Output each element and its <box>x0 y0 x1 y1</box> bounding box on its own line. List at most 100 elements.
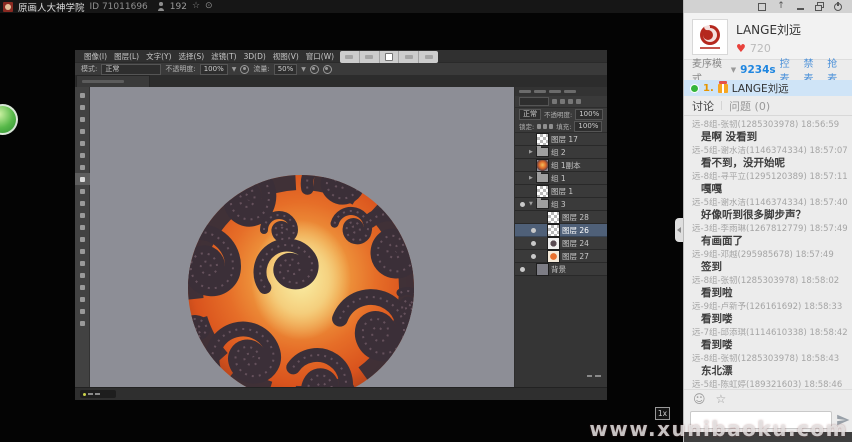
winctrl-box[interactable] <box>757 1 767 12</box>
tool-eraser[interactable] <box>75 209 90 221</box>
mini-toolbar-button-1[interactable] <box>340 51 360 63</box>
layer-thumbnail <box>537 264 548 275</box>
layer-row[interactable]: 组 1 <box>515 172 607 185</box>
mini-toolbar-button-4[interactable] <box>399 51 419 63</box>
eye-icon[interactable] <box>518 267 526 272</box>
chat-message-text: 有画面了 <box>692 235 848 248</box>
favorite-star-icon[interactable]: ☆ <box>716 393 727 405</box>
eye-icon[interactable] <box>518 202 526 207</box>
tool-move[interactable] <box>75 89 90 101</box>
mini-toolbar-button-5[interactable] <box>419 51 438 63</box>
layer-row[interactable]: 组 1副本 <box>515 159 607 172</box>
tool-gradient[interactable] <box>75 221 90 233</box>
streamer-avatar[interactable] <box>692 19 728 55</box>
tool-blur[interactable] <box>75 233 90 245</box>
star-icon[interactable]: ☆ <box>192 2 200 11</box>
mic-queue-entry[interactable]: 1. LANGE刘远 <box>684 80 852 96</box>
caret-down-icon[interactable] <box>731 66 736 74</box>
gift-icon <box>718 84 728 93</box>
chat-message: 远-8组-张韧(1285303978) 18:58:43 东北漂 <box>692 354 848 378</box>
tool-brush[interactable] <box>75 173 90 185</box>
tool-path-select[interactable] <box>75 281 90 293</box>
tool-lasso[interactable] <box>75 113 90 125</box>
airbrush-icon[interactable] <box>310 65 319 74</box>
pressure-opacity-icon[interactable] <box>240 65 249 74</box>
layer-row[interactable]: 图层 28 <box>515 211 607 224</box>
ps-menu-item[interactable]: 滤镜(T) <box>211 51 236 62</box>
tool-hand[interactable] <box>75 305 90 317</box>
group-caret-icon[interactable] <box>529 150 534 155</box>
eye-icon[interactable] <box>529 241 537 246</box>
layer-row[interactable]: 图层 27 <box>515 250 607 263</box>
window-controls <box>684 0 852 13</box>
tool-crop[interactable] <box>75 137 90 149</box>
ps-menu-item[interactable]: 3D(D) <box>244 52 266 61</box>
tool-history-brush[interactable] <box>75 197 90 209</box>
ps-menu-item[interactable]: 选择(S) <box>179 51 205 62</box>
tool-clone-stamp[interactable] <box>75 185 90 197</box>
mini-toolbar-button-2[interactable] <box>360 51 380 63</box>
emoji-icon[interactable]: ☺ <box>693 393 706 405</box>
layer-row[interactable]: 图层 26 <box>515 224 607 237</box>
online-dot-icon <box>690 84 699 93</box>
document-tab[interactable] <box>76 75 150 87</box>
layer-row[interactable]: 图层 17 <box>515 133 607 146</box>
tool-spot-heal[interactable] <box>75 161 90 173</box>
sidebar-collapse-handle[interactable] <box>675 218 683 242</box>
opacity-label: 不透明度: <box>165 64 195 74</box>
tool-eyedropper[interactable] <box>75 149 90 161</box>
eye-icon[interactable] <box>529 254 537 259</box>
video-area: 图像(I) 图层(L) 文字(Y) 选择(S) 滤镜(T) 3D(D) 视图(V) 窗口(W)… <box>0 13 683 442</box>
chat-message: 远-5组-谢水洁(1146374334) 18:57:40 好像听到很多脚步声？ <box>692 198 848 222</box>
ps-menu-item[interactable]: 图层(L) <box>114 51 139 62</box>
ps-menu-item[interactable]: 图像(I) <box>84 51 107 62</box>
tool-dodge[interactable] <box>75 245 90 257</box>
ps-menu-item[interactable]: 窗口(W) <box>306 51 334 62</box>
winctrl-power[interactable] <box>833 1 843 12</box>
layer-row[interactable]: 组 2 <box>515 146 607 159</box>
layer-row[interactable]: 背景 <box>515 263 607 276</box>
chat-message-meta: 远-5组-陈虹婷(189321603) 18:58:46 <box>692 380 848 389</box>
ps-menu-item[interactable]: 视图(V) <box>273 51 299 62</box>
group-caret-icon[interactable] <box>529 176 534 181</box>
blend-mode-select[interactable]: 正常 <box>519 109 541 120</box>
tab-discussion[interactable]: 讨论 <box>692 98 714 114</box>
tab-question[interactable]: 问题 (0) <box>729 98 770 114</box>
caret-down-icon[interactable] <box>301 66 306 73</box>
ps-menu-item[interactable]: 文字(Y) <box>146 51 171 62</box>
winctrl-min[interactable] <box>795 1 805 12</box>
winctrl-restore[interactable] <box>814 1 824 12</box>
opacity-value[interactable]: 100% <box>575 109 603 120</box>
caret-down-icon[interactable] <box>232 66 237 73</box>
smoothing-icon[interactable] <box>323 65 332 74</box>
tool-quick-select[interactable] <box>75 125 90 137</box>
tool-pen[interactable] <box>75 257 90 269</box>
floating-green-badge[interactable] <box>0 104 18 135</box>
flow-select[interactable]: 50% <box>274 64 298 75</box>
tool-type[interactable] <box>75 269 90 281</box>
tool-shape[interactable] <box>75 293 90 305</box>
clock-icon[interactable]: ⊙ <box>205 2 213 11</box>
ps-canvas[interactable] <box>90 87 514 387</box>
layer-row[interactable]: 图层 24 <box>515 237 607 250</box>
panel-tab-strip[interactable] <box>515 87 607 96</box>
tool-zoom[interactable] <box>75 317 90 329</box>
lock-icons[interactable] <box>537 124 553 129</box>
heart-icon[interactable]: ♥ <box>736 43 746 54</box>
chat-message: 远-8组-张韧(1285303978) 18:56:59 是啊 没看到 <box>692 120 848 144</box>
fill-value[interactable]: 100% <box>574 121 602 132</box>
layer-row[interactable]: 组 3 <box>515 198 607 211</box>
layer-filter-row[interactable] <box>515 96 607 108</box>
chat-toolbar: ☺ ☆ <box>684 389 852 408</box>
mode-label: 模式: <box>81 64 97 74</box>
winctrl-up[interactable] <box>776 1 786 12</box>
mini-toolbar-button-3[interactable] <box>380 51 400 63</box>
layer-row[interactable]: 图层 1 <box>515 185 607 198</box>
layer-name: 组 2 <box>551 147 566 158</box>
eye-icon[interactable] <box>529 228 537 233</box>
tool-marquee[interactable] <box>75 101 90 113</box>
opacity-select[interactable]: 100% <box>200 64 228 75</box>
chat-message-list[interactable]: 远-8组-张韧(1285303978) 18:56:59 是啊 没看到 远-5组… <box>684 116 852 389</box>
mode-select[interactable]: 正常 <box>101 64 161 75</box>
group-caret-icon[interactable] <box>529 202 534 207</box>
